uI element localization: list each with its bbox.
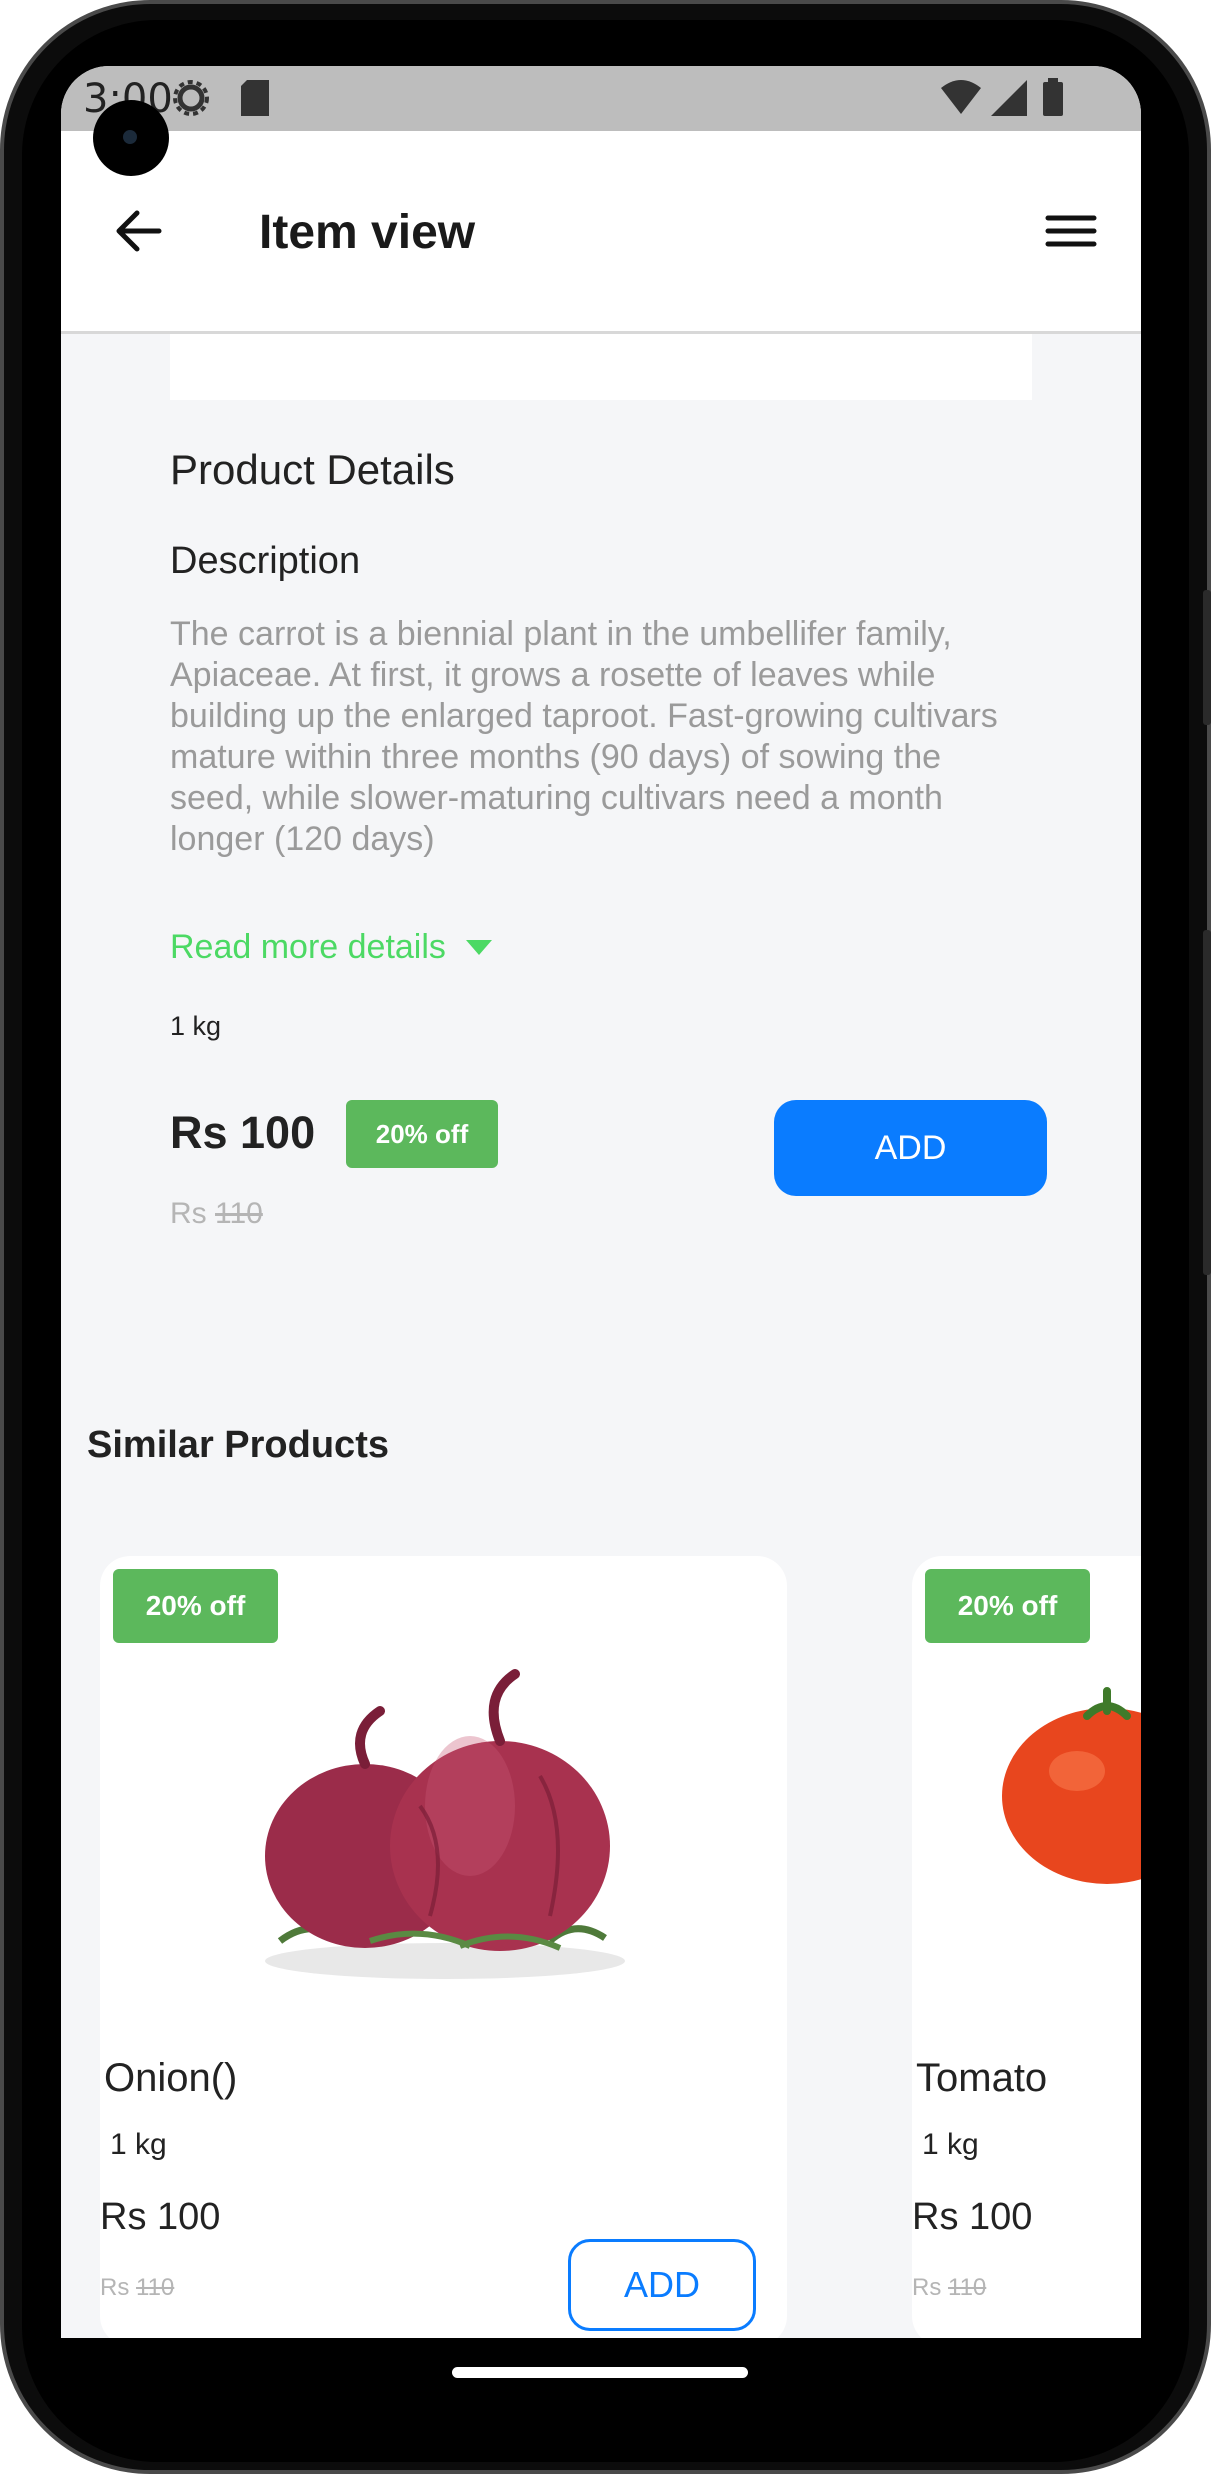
product-price: Rs 100 <box>100 2196 221 2238</box>
tomato-image <box>1002 1687 1141 1884</box>
app-bar: Item view <box>61 131 1141 334</box>
old-price: Rs 110 <box>170 1197 263 1231</box>
old-price: Rs 110 <box>912 2274 986 2302</box>
status-bar: 3:00 <box>61 66 1141 131</box>
old-price-value: 110 <box>136 2274 175 2301</box>
page-title: Item view <box>259 206 476 259</box>
description-text: The carrot is a biennial plant in the um… <box>170 615 998 858</box>
similar-products-title: Similar Products <box>87 1424 389 1466</box>
battery-icon <box>1043 78 1063 116</box>
product-details-title: Product Details <box>170 446 455 493</box>
sd-card-icon <box>241 80 269 116</box>
old-price-value: 110 <box>948 2274 987 2301</box>
onion-image <box>265 1669 625 1979</box>
home-indicator[interactable] <box>452 2367 748 2378</box>
old-price-currency: Rs <box>912 2274 942 2301</box>
add-to-cart-button[interactable]: ADD <box>774 1100 1047 1196</box>
discount-badge: 20% off <box>346 1100 498 1168</box>
wifi-icon <box>941 80 981 114</box>
back-arrow-icon[interactable] <box>101 191 181 271</box>
old-price-currency: Rs <box>170 1197 207 1230</box>
front-camera <box>93 100 169 176</box>
read-more-label: Read more details <box>170 928 446 966</box>
product-name: Tomato <box>916 2056 1048 2100</box>
discount-badge: 20% off <box>925 1569 1090 1643</box>
signal-icon <box>991 80 1027 116</box>
product-price: Rs 100 <box>170 1107 316 1158</box>
old-price-value: 110 <box>215 1197 263 1230</box>
screen: 3:00 Item view Product Details Descripti… <box>61 66 1141 2338</box>
menu-icon[interactable] <box>1036 196 1106 266</box>
product-name: Onion() <box>104 2056 238 2100</box>
add-button-onion[interactable]: ADD <box>568 2239 756 2331</box>
caret-down-icon <box>465 940 492 955</box>
discount-badge: 20% off <box>113 1569 278 1643</box>
gear-icon <box>173 80 209 116</box>
product-price: Rs 100 <box>912 2196 1033 2238</box>
product-quantity: 1 kg <box>170 1011 222 1041</box>
old-price-currency: Rs <box>100 2274 130 2301</box>
product-card-tomato[interactable]: 20% off Tomato 1 kg Rs 100 Rs 110 <box>912 1556 1141 2338</box>
volume-button <box>1203 930 1211 1275</box>
product-card-onion[interactable]: 20% off Onion() 1 kg Rs 100 Rs 110 ADD <box>100 1556 787 2338</box>
product-image-card <box>170 334 1032 400</box>
power-button <box>1203 590 1211 725</box>
description-label: Description <box>170 540 361 582</box>
product-quantity: 1 kg <box>110 2128 167 2161</box>
product-quantity: 1 kg <box>922 2128 979 2161</box>
read-more-link[interactable]: Read more details <box>170 928 492 967</box>
old-price: Rs 110 <box>100 2274 174 2302</box>
